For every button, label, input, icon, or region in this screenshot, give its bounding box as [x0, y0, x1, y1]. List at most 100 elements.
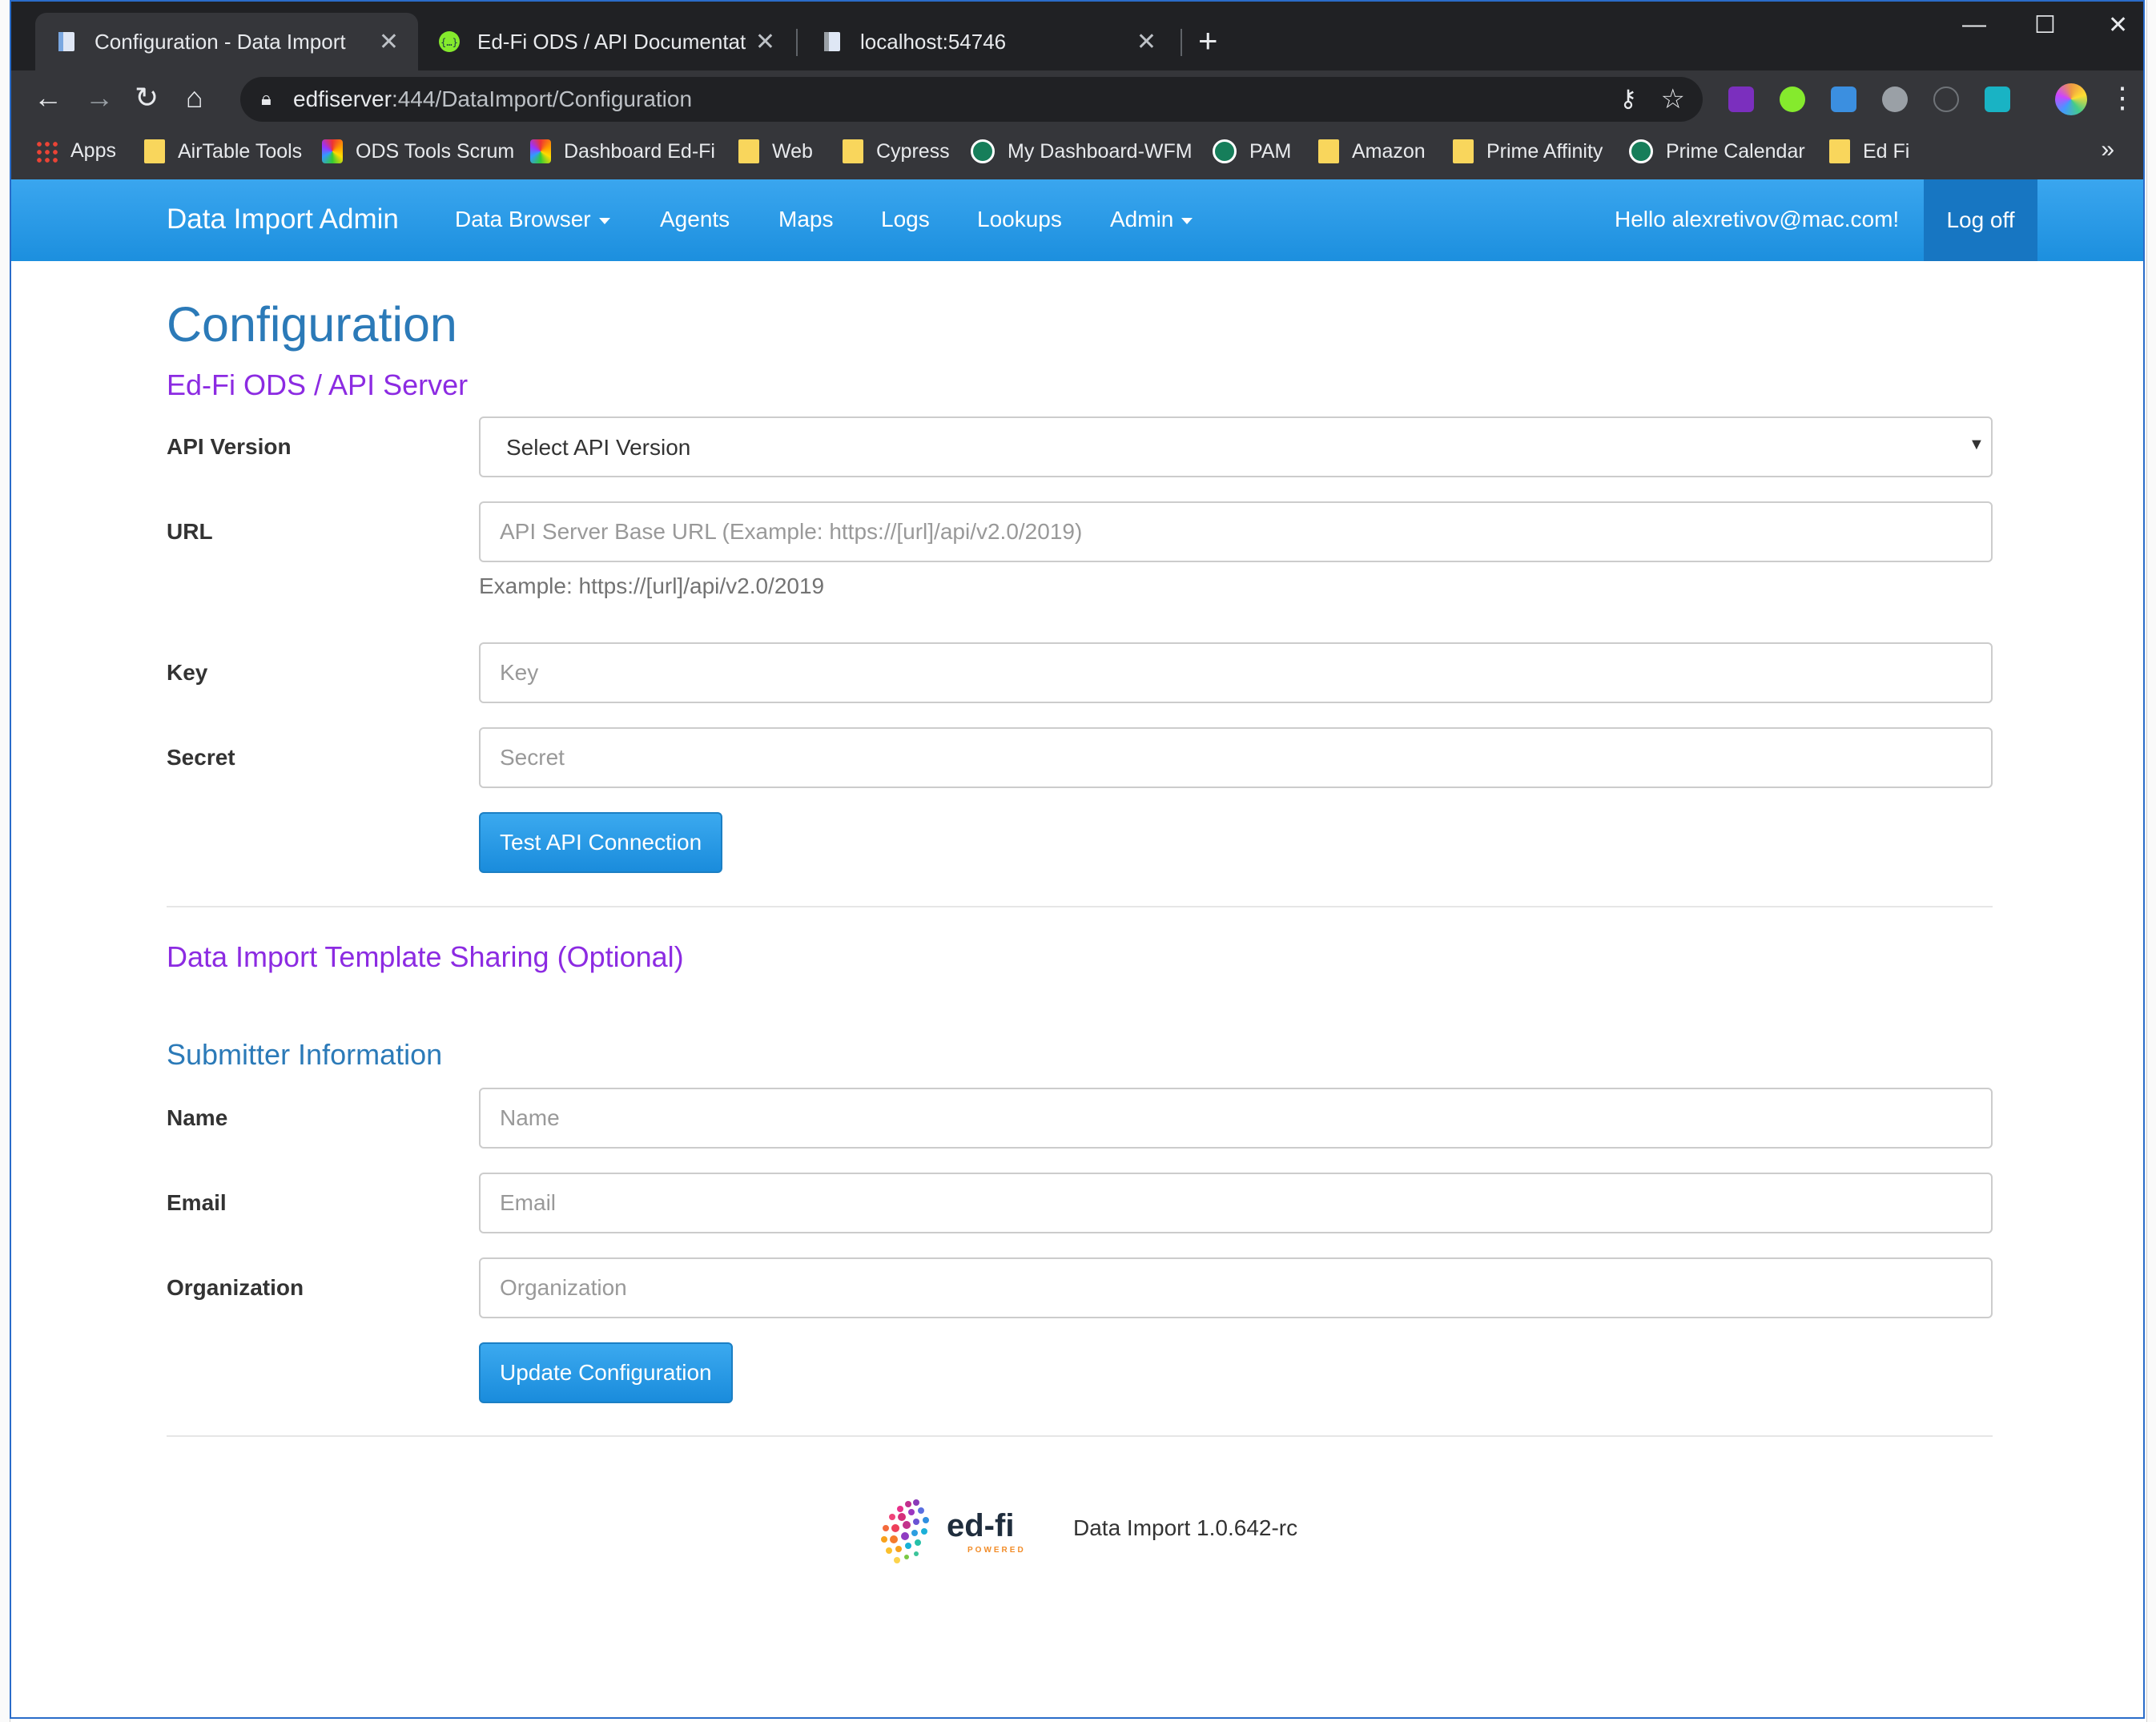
page-title: Configuration: [167, 297, 457, 352]
new-tab-button[interactable]: +: [1198, 24, 1218, 58]
home-icon[interactable]: ⌂: [186, 82, 203, 114]
template-sharing-heading: Data Import Template Sharing (Optional): [167, 940, 684, 973]
bookmark-amazon[interactable]: Amazon: [1318, 139, 1426, 163]
close-icon[interactable]: ✕: [379, 28, 399, 56]
bookmark-airtable-tools[interactable]: AirTable Tools: [144, 139, 302, 163]
address-bar[interactable]: 🔒︎ edfiserver:444/DataImport/Configurati…: [240, 77, 1703, 122]
tab-separator: [1181, 29, 1182, 56]
green-site-icon: [971, 139, 995, 163]
tab-separator: [796, 29, 798, 56]
organization-label: Organization: [167, 1275, 304, 1300]
bookmarks-bar: Apps AirTable Tools ODS Tools Scrum Dash…: [11, 128, 2143, 180]
user-greeting[interactable]: Hello alexretivov@mac.com!: [1615, 207, 1899, 232]
folder-icon: [1318, 139, 1339, 163]
brand-link[interactable]: Data Import Admin: [167, 203, 399, 235]
bookmark-web[interactable]: Web: [738, 139, 813, 163]
bookmark-apps[interactable]: Apps: [35, 139, 116, 163]
bookmark-star-icon[interactable]: ☆: [1661, 83, 1685, 115]
email-label: Email: [167, 1190, 227, 1215]
record-extension-icon[interactable]: [1882, 87, 1908, 112]
close-icon[interactable]: ✕: [1136, 28, 1156, 56]
edfi-spark-icon: [530, 139, 551, 163]
edfi-logo: ed-fi POWERED: [870, 1493, 1030, 1570]
bookmark-my-dashboard-wfm[interactable]: My Dashboard-WFM: [971, 139, 1193, 163]
select-caret-icon: ▼: [1969, 436, 1985, 453]
url-label: URL: [167, 519, 213, 544]
settings-extension-icon[interactable]: [1985, 87, 2010, 112]
tab-configuration[interactable]: Configuration - Data Import ✕: [35, 13, 418, 70]
tab-strip: Configuration - Data Import ✕ {…} Ed-Fi …: [11, 2, 2143, 70]
api-version-select[interactable]: Select API Version: [479, 416, 1993, 477]
version-text: Data Import 1.0.642-rc: [1073, 1515, 1298, 1540]
info-extension-icon[interactable]: [1933, 87, 1959, 112]
nav-agents[interactable]: Agents: [660, 207, 730, 232]
bookmark-cypress[interactable]: Cypress: [843, 139, 950, 163]
url-help-text: Example: https://[url]/api/v2.0/2019: [479, 573, 825, 598]
swagger-extension-icon[interactable]: [1780, 87, 1805, 112]
app-navbar: Data Import Admin Data Browser Agents Ma…: [11, 179, 2143, 261]
bookmark-pam[interactable]: PAM: [1213, 139, 1291, 163]
browser-toolbar: ← → ↻ ⌂ 🔒︎ edfiserver:444/DataImport/Con…: [11, 70, 2143, 128]
tab-api-documentation[interactable]: {…} Ed-Fi ODS / API Documentation ✕: [418, 13, 794, 70]
bookmarks-more-icon[interactable]: »: [2101, 136, 2114, 163]
page-icon: [820, 30, 844, 54]
browser-window: Configuration - Data Import ✕ {…} Ed-Fi …: [10, 0, 2145, 1719]
folder-icon: [144, 139, 165, 163]
tab-title: localhost:54746: [860, 29, 1007, 54]
reload-icon[interactable]: ↻: [135, 82, 159, 114]
secret-input[interactable]: [479, 727, 1993, 788]
maximize-icon[interactable]: ☐: [2034, 11, 2056, 39]
forward-icon[interactable]: →: [85, 82, 114, 114]
organization-input[interactable]: [479, 1257, 1993, 1318]
nav-admin[interactable]: Admin: [1110, 207, 1193, 232]
address-url[interactable]: edfiserver:444/DataImport/Configuration: [293, 87, 692, 112]
url-input[interactable]: [479, 501, 1993, 562]
key-icon[interactable]: ⚷: [1619, 85, 1637, 113]
folder-icon: [738, 139, 759, 163]
nav-lookups[interactable]: Lookups: [977, 207, 1062, 232]
bookmark-dashboard-edfi[interactable]: Dashboard Ed-Fi: [530, 139, 715, 163]
tab-localhost[interactable]: localhost:54746 ✕: [801, 13, 1176, 70]
log-off-button[interactable]: Log off: [1924, 179, 2037, 261]
bookmark-ods-tools-scrum[interactable]: ODS Tools Scrum: [322, 139, 514, 163]
close-icon[interactable]: ✕: [755, 28, 775, 56]
name-label: Name: [167, 1105, 228, 1130]
caret-down-icon: [1181, 217, 1193, 224]
back-icon[interactable]: ←: [34, 82, 62, 114]
screenshot-extension-icon[interactable]: [1831, 87, 1856, 112]
onenote-extension-icon[interactable]: [1728, 87, 1754, 112]
bookmark-prime-calendar[interactable]: Prime Calendar: [1629, 139, 1805, 163]
section-divider: [167, 906, 1993, 907]
name-input[interactable]: [479, 1088, 1993, 1149]
close-window-icon[interactable]: ✕: [2108, 11, 2128, 39]
bookmark-ed-fi[interactable]: Ed Fi: [1829, 139, 1909, 163]
api-server-heading: Ed-Fi ODS / API Server: [167, 368, 469, 401]
submitter-info-heading: Submitter Information: [167, 1038, 443, 1071]
kebab-menu-icon[interactable]: ⋮: [2108, 82, 2137, 114]
nav-data-browser[interactable]: Data Browser: [455, 207, 610, 232]
avatar[interactable]: [2055, 83, 2087, 115]
edfi-spark-icon: [322, 139, 343, 163]
green-site-icon: [1629, 139, 1653, 163]
key-label: Key: [167, 660, 208, 685]
svg-text:{…}: {…}: [440, 37, 458, 48]
page-icon: [54, 30, 78, 54]
email-input[interactable]: [479, 1173, 1993, 1233]
green-site-icon: [1213, 139, 1237, 163]
key-input[interactable]: [479, 642, 1993, 703]
nav-maps[interactable]: Maps: [778, 207, 833, 232]
test-api-connection-button[interactable]: Test API Connection: [479, 812, 723, 873]
background-window-strip-right: [2146, 0, 2156, 1722]
footer-divider: [167, 1435, 1993, 1437]
bookmark-prime-affinity[interactable]: Prime Affinity: [1453, 139, 1603, 163]
nav-logs[interactable]: Logs: [881, 207, 930, 232]
tab-title: Ed-Fi ODS / API Documentation: [477, 29, 747, 54]
lock-icon: 🔒︎: [261, 88, 272, 110]
folder-icon: [843, 139, 863, 163]
api-version-label: API Version: [167, 434, 292, 459]
minimize-icon[interactable]: —: [1962, 11, 1986, 38]
apps-grid-icon: [35, 139, 58, 163]
folder-icon: [1453, 139, 1474, 163]
update-configuration-button[interactable]: Update Configuration: [479, 1342, 733, 1403]
edfi-logo-subtext: POWERED: [967, 1546, 1026, 1555]
